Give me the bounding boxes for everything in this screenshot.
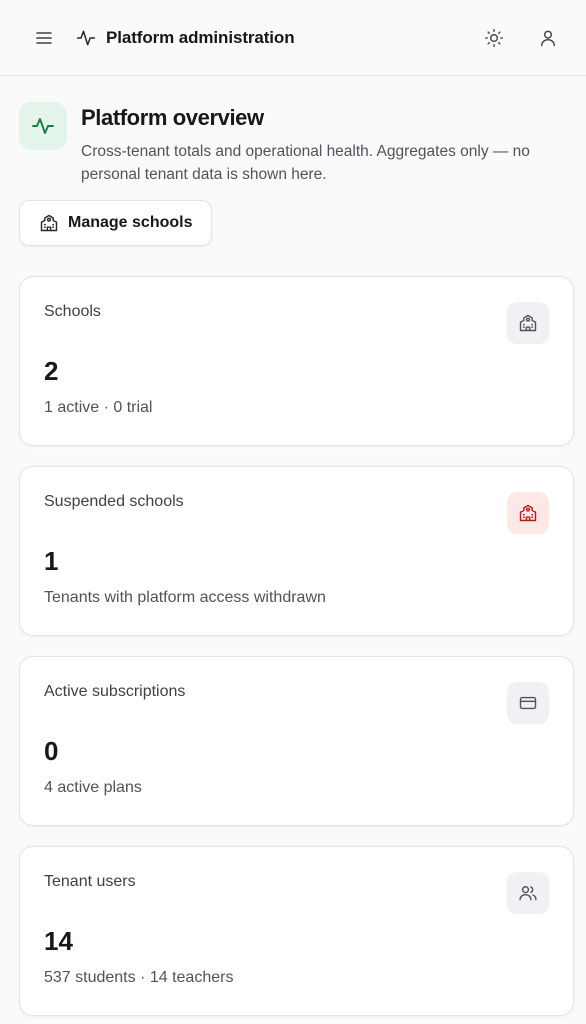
app-title: Platform administration <box>106 27 295 47</box>
stat-value: 2 <box>44 356 59 386</box>
theme-toggle-button[interactable] <box>480 24 508 52</box>
stat-card-active-subscriptions: Active subscriptions 0 4 active plans <box>19 656 574 826</box>
overview-header: Platform overview Cross-tenant totals an… <box>19 102 567 186</box>
stat-label: Tenant users <box>44 873 136 890</box>
stats-cards: Schools 2 1 active · 0 trial Suspended s… <box>0 246 586 1016</box>
sun-icon <box>484 28 504 48</box>
menu-icon[interactable] <box>30 24 58 52</box>
stat-note: 4 active plans <box>44 779 142 796</box>
stat-card-suspended-schools: Suspended schools 1 Tenants with platfor… <box>19 466 574 636</box>
stat-note: 537 students · 14 teachers <box>44 969 234 986</box>
school-icon <box>507 302 549 344</box>
stat-value: 14 <box>44 926 73 956</box>
stat-card-schools: Schools 2 1 active · 0 trial <box>19 276 574 446</box>
stat-label: Active subscriptions <box>44 683 186 700</box>
stat-value: 1 <box>44 546 59 576</box>
manage-schools-label: Manage schools <box>68 214 193 231</box>
page-subtitle: Cross-tenant totals and operational heal… <box>81 143 530 183</box>
school-icon <box>507 492 549 534</box>
top-bar: Platform administration <box>0 0 586 76</box>
credit-card-icon <box>507 682 549 724</box>
app-root: Platform administration Platform overvie… <box>0 0 586 1024</box>
activity-icon <box>76 28 96 48</box>
users-icon <box>507 872 549 914</box>
stat-label: Suspended schools <box>44 493 184 510</box>
overview-section: Platform overview Cross-tenant totals an… <box>0 76 586 246</box>
user-icon <box>538 28 558 48</box>
manage-schools-button[interactable]: Manage schools <box>19 200 213 246</box>
school-icon <box>39 213 59 233</box>
stat-label: Schools <box>44 303 101 320</box>
page-title: Platform overview <box>81 105 264 130</box>
account-button[interactable] <box>534 24 562 52</box>
brand[interactable]: Platform administration <box>76 28 295 48</box>
stat-card-tenant-users: Tenant users 14 537 students · 14 teache… <box>19 846 574 1016</box>
stat-note: 1 active · 0 trial <box>44 399 153 416</box>
activity-icon <box>19 102 67 150</box>
overview-text: Platform overview Cross-tenant totals an… <box>81 102 551 186</box>
stat-note: Tenants with platform access withdrawn <box>44 589 326 606</box>
stat-value: 0 <box>44 736 59 766</box>
